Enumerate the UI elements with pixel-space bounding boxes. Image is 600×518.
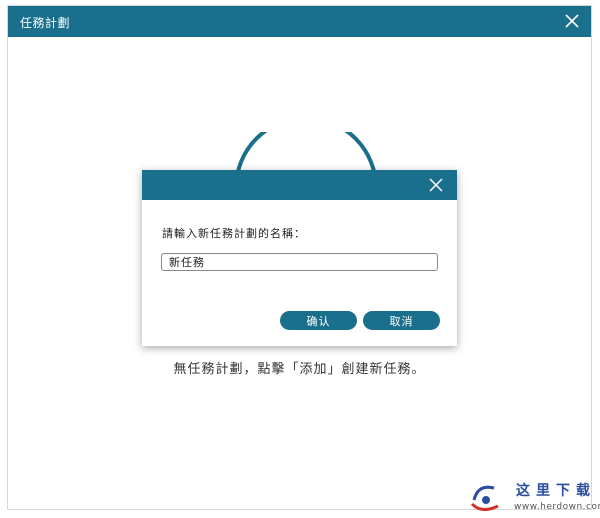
close-icon <box>565 14 579 28</box>
cancel-button[interactable]: 取消 <box>363 311 440 330</box>
watermark-text: 这里下载 <box>516 483 596 499</box>
task-name-prompt: 請輸入新任務計劃的名稱： <box>162 227 306 240</box>
empty-state-message: 無任務計劃，點擊「添加」創建新任務。 <box>173 362 426 377</box>
confirm-button[interactable]: 确认 <box>280 311 357 330</box>
watermark-logo-icon <box>470 485 499 511</box>
watermark-url: www.herdown.com <box>514 502 600 512</box>
dialog-titlebar <box>142 170 457 200</box>
window-close-button[interactable] <box>563 12 581 30</box>
window-titlebar: 任務計劃 <box>8 6 591 37</box>
new-task-dialog: 請輸入新任務計劃的名稱： 确认 取消 <box>142 170 457 346</box>
close-icon <box>429 178 443 192</box>
task-name-input[interactable] <box>161 253 438 271</box>
window-title: 任務計劃 <box>20 16 71 30</box>
dialog-close-button[interactable] <box>429 178 443 192</box>
site-watermark: 这里下载 www.herdown.com <box>468 478 600 516</box>
